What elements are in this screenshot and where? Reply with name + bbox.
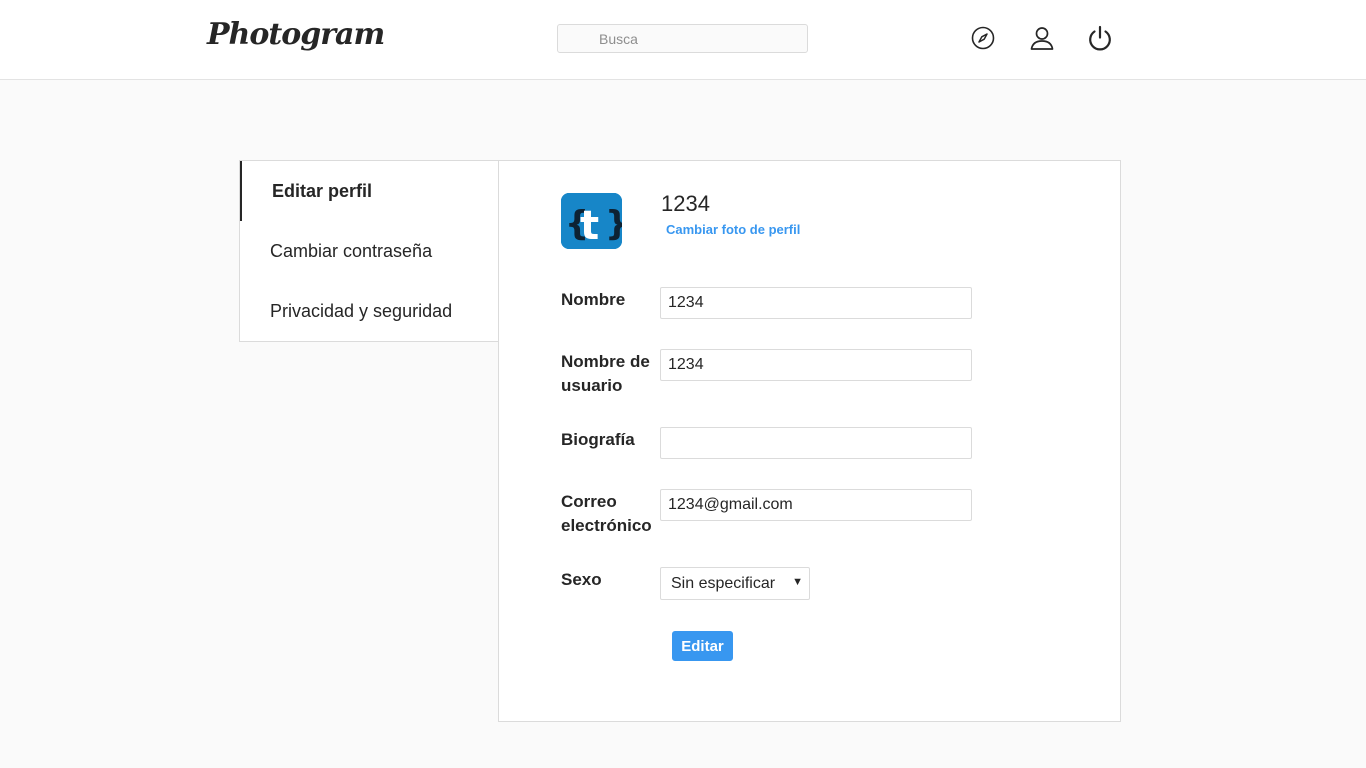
- profile-username: 1234: [661, 191, 710, 216]
- power-icon[interactable]: [1086, 24, 1114, 52]
- change-photo-link[interactable]: Cambiar foto de perfil: [666, 222, 800, 237]
- user-icon[interactable]: [1028, 24, 1056, 52]
- email-label: Correo electrónico: [561, 492, 652, 535]
- name-label: Nombre: [561, 290, 626, 309]
- search-input[interactable]: [557, 24, 808, 53]
- svg-text:}: }: [605, 204, 622, 244]
- compass-icon[interactable]: [969, 24, 997, 52]
- gender-select[interactable]: Sin especificar ▼: [660, 567, 810, 600]
- name-field[interactable]: [660, 287, 972, 319]
- bio-label: Biografía: [561, 430, 635, 449]
- svg-text:t: t: [580, 203, 599, 249]
- sidebar-item-editar-perfil[interactable]: Editar perfil: [240, 161, 372, 221]
- photogram-logo[interactable]: Photogram: [207, 17, 385, 52]
- settings-sidebar: Editar perfil Cambiar contraseña Privaci…: [239, 160, 499, 342]
- edit-submit-button[interactable]: Editar: [672, 631, 733, 661]
- top-navigation-bar: Photogram: [0, 0, 1366, 80]
- email-field[interactable]: [660, 489, 972, 521]
- avatar[interactable]: { } t: [561, 193, 622, 249]
- edit-profile-panel: { } t 1234 Cambiar foto de perfil Nombre…: [498, 160, 1121, 722]
- chevron-down-icon: ▼: [792, 576, 803, 588]
- bio-field[interactable]: [660, 427, 972, 459]
- tumblr-code-icon: { } t: [561, 193, 622, 249]
- username-field[interactable]: [660, 349, 972, 381]
- gender-selected-value: Sin especificar: [671, 575, 776, 592]
- sidebar-item-cambiar-contrasena[interactable]: Cambiar contraseña: [240, 221, 432, 281]
- sidebar-item-privacidad[interactable]: Privacidad y seguridad: [240, 281, 452, 341]
- username-label: Nombre de usuario: [561, 352, 650, 395]
- gender-label: Sexo: [561, 570, 602, 589]
